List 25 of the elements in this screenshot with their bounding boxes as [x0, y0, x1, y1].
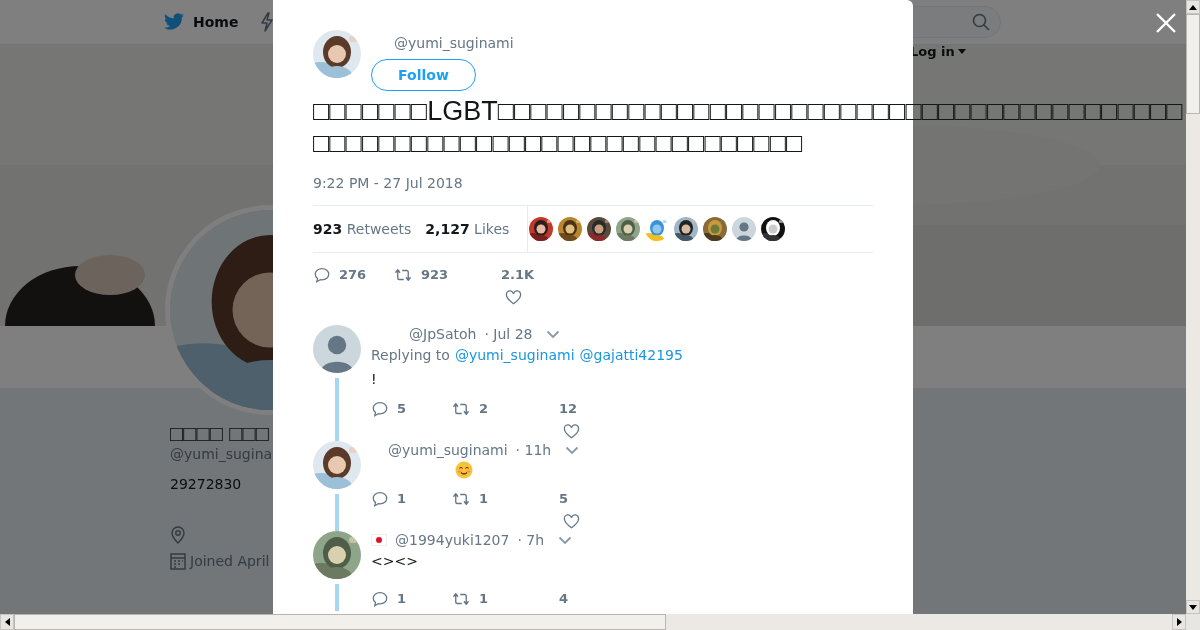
profile-bio: 29272830: [170, 476, 242, 492]
join-date: Joined April: [190, 553, 270, 569]
reply-time[interactable]: · 11h: [515, 441, 552, 459]
retweet-count: 2: [479, 400, 489, 418]
profile-handle: @yumi_sugina: [170, 446, 273, 462]
user-handle[interactable]: @JpSatoh: [409, 325, 477, 343]
user-handle[interactable]: @yumi_suginami: [388, 441, 508, 459]
replying-label: Replying to: [371, 346, 450, 365]
profile-name: □□□□ □□□: [170, 422, 270, 446]
reply-count: 1: [397, 590, 407, 608]
home-link[interactable]: Home: [163, 13, 239, 31]
mention-link[interactable]: @yumi_suginami: [454, 343, 575, 367]
retweet-count: 1: [479, 590, 489, 608]
reply-time[interactable]: · Jul 28: [484, 325, 533, 343]
reply-count: 1: [397, 490, 407, 508]
retweet-count: 1: [479, 490, 489, 508]
mention-link[interactable]: @gajatti42195: [579, 343, 683, 367]
reply-time[interactable]: · 7h: [517, 531, 545, 549]
reply-text: !: [371, 370, 377, 389]
user-handle[interactable]: @1994yuki1207: [395, 531, 510, 549]
reply-count: 5: [397, 400, 407, 418]
reply-text: <><>: [371, 552, 418, 571]
like-count: 12: [559, 400, 578, 418]
like-count: 5: [559, 490, 569, 508]
like-count: 4: [559, 590, 569, 608]
